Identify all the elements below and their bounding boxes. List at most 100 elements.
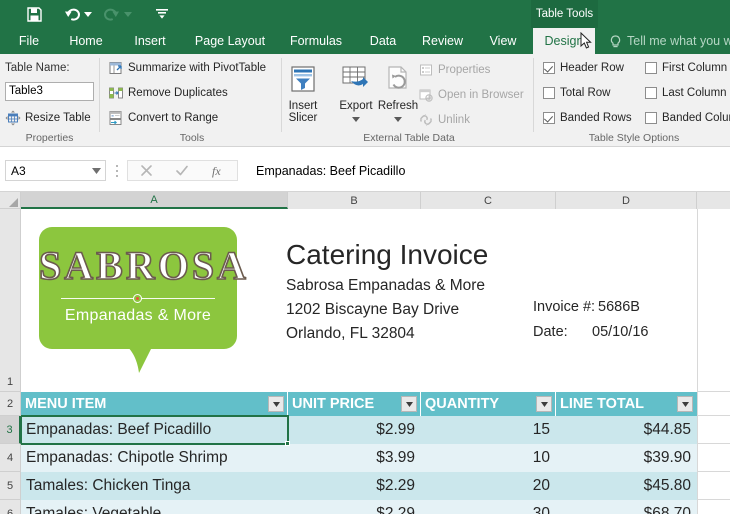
row-header-6[interactable]: 6: [0, 500, 21, 514]
tab-view[interactable]: View: [481, 28, 525, 54]
table-name-input[interactable]: Table3: [5, 82, 94, 101]
cell-d3[interactable]: $44.85: [556, 416, 697, 444]
cell-b6[interactable]: $2.29: [288, 500, 421, 514]
checkbox-box: [543, 87, 555, 99]
cell-d4[interactable]: $39.90: [556, 444, 697, 472]
redo-dropdown-icon[interactable]: [124, 12, 131, 17]
checkbox-box: [645, 87, 657, 99]
tab-formulas[interactable]: Formulas: [283, 28, 349, 54]
cell-a5[interactable]: Tamales: Chicken Tinga: [21, 472, 288, 500]
summarize-with-pivottable-button[interactable]: Summarize with PivotTable: [108, 60, 266, 76]
insert-function-icon[interactable]: fx: [201, 161, 237, 180]
resize-table-button[interactable]: Resize Table: [5, 110, 91, 126]
tab-file[interactable]: File: [10, 28, 48, 54]
chevron-down-icon[interactable]: [88, 168, 105, 174]
tell-me-search[interactable]: Tell me what you w: [609, 28, 730, 54]
checkbox-label: Banded Rows: [560, 112, 632, 124]
cell-c6[interactable]: 30: [421, 500, 556, 514]
row-header-2[interactable]: 2: [0, 392, 21, 416]
cell-d5[interactable]: $45.80: [556, 472, 697, 500]
checkbox-banded-rows[interactable]: Banded Rows: [543, 112, 632, 124]
column-header-a[interactable]: A: [21, 192, 288, 209]
confirm-icon[interactable]: [164, 161, 200, 180]
undo-dropdown-icon[interactable]: [84, 12, 91, 17]
filter-dropdown-menu-item[interactable]: [268, 396, 284, 412]
customize-qat-icon[interactable]: [152, 4, 172, 24]
invoice-title: Catering Invoice: [286, 239, 488, 271]
select-all-corner[interactable]: [0, 192, 21, 209]
redo-icon[interactable]: [101, 4, 121, 24]
filter-dropdown-unit-price[interactable]: [401, 396, 417, 412]
row-header-3[interactable]: 3: [0, 416, 21, 444]
formula-bar-grip[interactable]: [113, 163, 121, 178]
column-header-c[interactable]: C: [421, 192, 556, 209]
name-box[interactable]: A3: [5, 160, 106, 181]
checkbox-label: Banded Columns: [662, 112, 730, 124]
checkbox-box: [543, 62, 555, 74]
logo-tagline-text: Empanadas & More: [39, 307, 237, 325]
cell-a3[interactable]: Empanadas: Beef Picadillo: [21, 416, 288, 444]
name-box-value: A3: [6, 164, 88, 178]
summarize-label: Summarize with PivotTable: [128, 62, 266, 74]
cell-d6[interactable]: $68.70: [556, 500, 697, 514]
convert-to-range-label: Convert to Range: [128, 112, 218, 124]
cell-c5[interactable]: 20: [421, 472, 556, 500]
checkbox-box: [645, 62, 657, 74]
column-header-e[interactable]: [697, 192, 730, 209]
filter-dropdown-quantity[interactable]: [536, 396, 552, 412]
invoice-header-block: SABROSA Empanadas & More Catering Invoic…: [21, 209, 697, 392]
checkbox-box: [645, 112, 657, 124]
checkbox-total-row[interactable]: Total Row: [543, 87, 611, 99]
resize-table-label: Resize Table: [25, 112, 91, 124]
row-header-4[interactable]: 4: [0, 444, 21, 472]
insert-slicer-button[interactable]: Insert Slicer: [281, 64, 325, 125]
logo-brand-text: SABROSA: [39, 244, 237, 288]
remove-duplicates-button[interactable]: Remove Duplicates: [108, 85, 228, 101]
properties-label: Properties: [438, 64, 490, 76]
undo-icon[interactable]: [62, 4, 82, 24]
spreadsheet-grid: A B C D 1 2 3 4 5 6: [0, 192, 730, 514]
gridline: [697, 209, 698, 514]
table-header-menu-item[interactable]: MENU ITEM: [21, 392, 288, 416]
cell-a6[interactable]: Tamales: Vegetable: [21, 500, 288, 514]
tab-home[interactable]: Home: [60, 28, 112, 54]
formula-input[interactable]: Empanadas: Beef Picadillo: [250, 160, 730, 181]
cell-b4[interactable]: $3.99: [288, 444, 421, 472]
cell-c4[interactable]: 10: [421, 444, 556, 472]
checkbox-banded-columns[interactable]: Banded Columns: [645, 112, 730, 124]
tab-data[interactable]: Data: [361, 28, 405, 54]
tab-page-layout[interactable]: Page Layout: [188, 28, 272, 54]
filter-dropdown-line-total[interactable]: [677, 396, 693, 412]
tab-review[interactable]: Review: [414, 28, 471, 54]
checkbox-last-column[interactable]: Last Column: [645, 87, 727, 99]
tab-design[interactable]: Design: [533, 28, 595, 54]
save-icon[interactable]: [24, 4, 44, 24]
checkbox-header-row[interactable]: Header Row: [543, 62, 624, 74]
column-header-b[interactable]: B: [288, 192, 421, 209]
export-button[interactable]: Export: [334, 64, 378, 128]
invoice-company-name: Sabrosa Empanadas & More: [286, 277, 485, 295]
refresh-button[interactable]: Refresh: [376, 64, 420, 128]
group-caption-external-table-data: External Table Data: [285, 132, 533, 144]
row-header-1[interactable]: 1: [0, 209, 21, 392]
column-header-d[interactable]: D: [556, 192, 697, 209]
lightbulb-icon: [609, 35, 623, 49]
insert-slicer-label-2: Slicer: [281, 112, 325, 125]
convert-to-range-button[interactable]: Convert to Range: [108, 110, 218, 126]
table-header-line-total[interactable]: LINE TOTAL: [556, 392, 697, 416]
fill-handle[interactable]: [285, 441, 290, 446]
checkbox-first-column[interactable]: First Column: [645, 62, 727, 74]
refresh-dropdown-icon[interactable]: [376, 113, 420, 126]
cell-b3[interactable]: $2.99: [288, 416, 421, 444]
tab-insert[interactable]: Insert: [125, 28, 175, 54]
row-header-5[interactable]: 5: [0, 472, 21, 500]
refresh-icon: [376, 64, 420, 98]
invoice-number-value: 5686B: [598, 299, 640, 315]
convert-range-icon: [108, 110, 124, 126]
cell-c3[interactable]: 15: [421, 416, 556, 444]
cell-b5[interactable]: $2.29: [288, 472, 421, 500]
cell-a4[interactable]: Empanadas: Chipotle Shrimp: [21, 444, 288, 472]
group-caption-tools: Tools: [103, 132, 281, 144]
cancel-icon[interactable]: [128, 161, 164, 180]
export-dropdown-icon[interactable]: [334, 113, 378, 126]
